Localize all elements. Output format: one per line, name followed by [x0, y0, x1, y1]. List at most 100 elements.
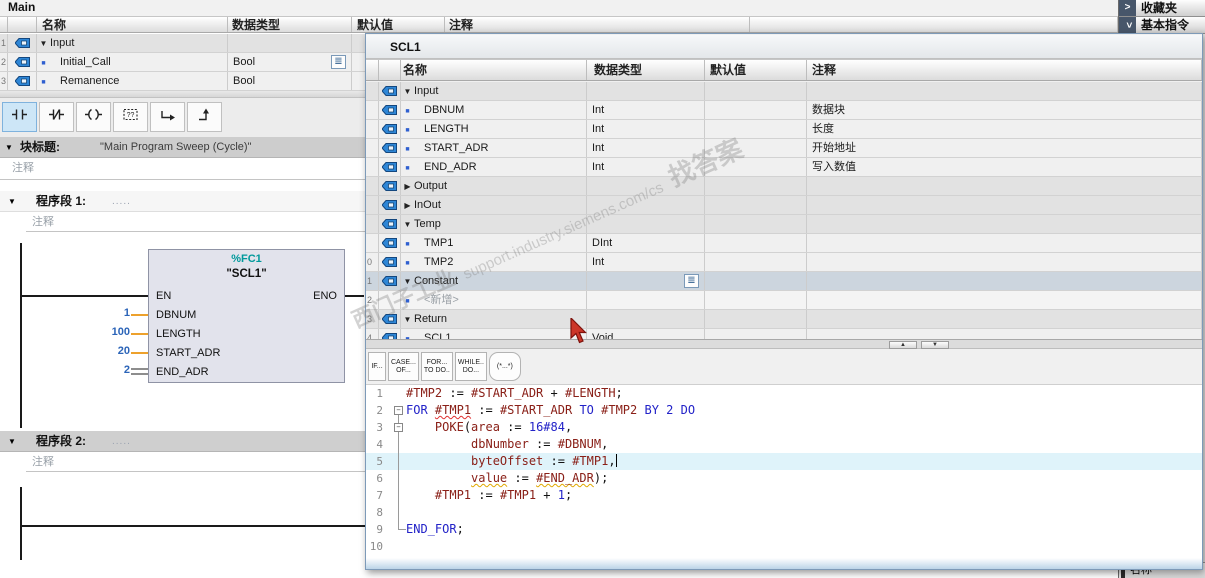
expand-down-icon[interactable]: ▼ — [37, 35, 50, 52]
network-1-title-placeholder[interactable]: ..... — [112, 191, 131, 212]
expand-right-icon[interactable]: ▶ — [401, 178, 414, 195]
snippet-button[interactable]: (*...*) — [488, 352, 521, 381]
contact-no-button[interactable] — [2, 102, 37, 132]
cell-comment[interactable] — [807, 310, 1202, 328]
value-list-button[interactable]: ≣ — [331, 55, 346, 69]
cell-name[interactable]: ■ END_ADR — [401, 158, 587, 176]
collapse-triangle-icon[interactable]: ▼ — [5, 137, 13, 158]
cell-data-type[interactable]: Void — [587, 329, 705, 339]
column-header-comment[interactable]: 注释 — [445, 17, 750, 32]
scl-window-title[interactable]: SCL1 — [366, 35, 1202, 59]
cell-data-type[interactable]: Int — [587, 158, 705, 176]
cell-comment[interactable] — [807, 253, 1202, 271]
value-list-button[interactable]: ≣ — [684, 274, 699, 288]
cell-default-value[interactable] — [705, 272, 807, 290]
cell-default-value[interactable] — [705, 234, 807, 252]
snippet-button[interactable]: IF... — [368, 352, 386, 381]
cell-default-value[interactable] — [705, 120, 807, 138]
cell-name[interactable]: ■ <新增> — [401, 291, 587, 309]
cell-name[interactable]: ▶ InOut — [401, 196, 587, 214]
block-param-END_ADR[interactable]: END_ADR — [156, 366, 209, 378]
block-title-bar[interactable]: ▼ 块标题: "Main Program Sweep (Cycle)" — [0, 137, 365, 158]
table-row[interactable]: 0 ■ TMP2 Int — [366, 253, 1202, 272]
network-2-comment-field[interactable]: 注释 — [26, 452, 365, 472]
table-row[interactable]: 1 ▼ Constant ≣ — [366, 272, 1202, 291]
param-value[interactable]: 1 — [80, 307, 130, 319]
empty-box-button[interactable]: ?? — [113, 102, 148, 132]
close-branch-button[interactable] — [187, 102, 222, 132]
chevron-right-icon[interactable]: > — [1119, 0, 1136, 16]
network-2-header[interactable]: ▼ 程序段 2: ..... — [0, 431, 365, 452]
cell-data-type[interactable] — [228, 34, 352, 52]
snippet-button[interactable]: FOR... TO DO.. — [420, 352, 453, 381]
splitter-collapse-down-button[interactable]: ▼ — [921, 341, 949, 349]
cell-data-type[interactable]: Int — [587, 120, 705, 138]
cell-name[interactable]: ■ Initial_Call — [37, 53, 228, 71]
splitter-collapse-up-button[interactable]: ▲ — [889, 341, 917, 349]
cell-name[interactable]: ■ LENGTH — [401, 120, 587, 138]
cell-comment[interactable] — [807, 329, 1202, 339]
interface-code-splitter[interactable]: ▲ ▼ — [366, 339, 1202, 349]
cell-default-value[interactable] — [705, 82, 807, 100]
chevron-down-icon[interactable]: > — [1119, 17, 1136, 33]
cell-default-value[interactable] — [705, 329, 807, 339]
cell-name[interactable]: ▼ Constant — [401, 272, 587, 290]
cell-default-value[interactable] — [705, 310, 807, 328]
cell-default-value[interactable] — [705, 139, 807, 157]
cell-data-type[interactable]: ≣ — [587, 272, 705, 290]
cell-default-value[interactable] — [705, 158, 807, 176]
table-row[interactable]: ▼ Input — [366, 82, 1202, 101]
table-row[interactable]: 2 ■ <新增> — [366, 291, 1202, 310]
column-header-comment[interactable]: 注释 — [807, 60, 1202, 80]
cell-comment[interactable]: 写入数值 — [807, 158, 1202, 176]
column-header-default[interactable]: 默认值 — [352, 17, 445, 32]
cell-name[interactable]: ■ DBNUM — [401, 101, 587, 119]
cell-name[interactable]: ▼ Input — [37, 34, 228, 52]
table-row[interactable]: ▶ Output — [366, 177, 1202, 196]
cell-name[interactable]: ■ START_ADR — [401, 139, 587, 157]
cell-name[interactable]: ■ SCL1 — [401, 329, 587, 339]
block-en-pin[interactable]: EN — [156, 290, 171, 302]
table-row[interactable]: 4 ■ SCL1 Void — [366, 329, 1202, 339]
cell-default-value[interactable] — [705, 177, 807, 195]
cell-default-value[interactable] — [705, 215, 807, 233]
cell-data-type[interactable] — [587, 177, 705, 195]
cell-comment[interactable]: 开始地址 — [807, 139, 1202, 157]
cell-comment[interactable]: 数据块 — [807, 101, 1202, 119]
column-header-name[interactable]: 名称 — [401, 60, 587, 80]
cell-comment[interactable] — [807, 215, 1202, 233]
table-row[interactable]: ■ TMP1 DInt — [366, 234, 1202, 253]
param-value[interactable]: 2 — [80, 364, 130, 376]
cell-name[interactable]: ■ TMP2 — [401, 253, 587, 271]
block-param-LENGTH[interactable]: LENGTH — [156, 328, 201, 340]
block-param-DBNUM[interactable]: DBNUM — [156, 309, 196, 321]
block-eno-pin[interactable]: ENO — [313, 290, 337, 302]
cell-data-type[interactable]: Int — [587, 139, 705, 157]
cell-default-value[interactable] — [705, 196, 807, 214]
expand-down-icon[interactable]: ▼ — [401, 83, 414, 100]
coil-button[interactable] — [76, 102, 111, 132]
column-header-default[interactable]: 默认值 — [705, 60, 807, 80]
cell-comment[interactable]: 长度 — [807, 120, 1202, 138]
param-value[interactable]: 20 — [80, 345, 130, 357]
cell-data-type[interactable]: Bool ≣ — [228, 53, 352, 71]
cell-data-type[interactable]: DInt — [587, 234, 705, 252]
expand-down-icon[interactable]: ▼ — [401, 216, 414, 233]
snippet-button[interactable]: WHILE.. DO... — [454, 352, 487, 381]
snippet-button[interactable]: CASE... OF... — [388, 352, 419, 381]
block-comment-field[interactable]: 注释 — [0, 158, 365, 180]
scl-block-window[interactable]: SCL1 名称 数据类型 默认值 注释 ▼ Input ■ DBNUM Int 数据块 ■ L… — [365, 33, 1203, 570]
fold-collapse-icon[interactable]: − — [394, 423, 403, 432]
favorites-section-header[interactable]: > 收藏夹 — [1119, 0, 1205, 17]
cell-data-type[interactable] — [587, 215, 705, 233]
block-title-value[interactable]: "Main Program Sweep (Cycle)" — [100, 137, 251, 158]
network-1-header[interactable]: ▼ 程序段 1: ..... — [0, 191, 365, 212]
column-header-type[interactable]: 数据类型 — [228, 17, 352, 32]
table-row[interactable]: 3 ▼ Return — [366, 310, 1202, 329]
fold-collapse-icon[interactable]: − — [394, 406, 403, 415]
cell-name[interactable]: ▼ Temp — [401, 215, 587, 233]
table-row[interactable]: ■ DBNUM Int 数据块 — [366, 101, 1202, 120]
cell-comment[interactable] — [807, 272, 1202, 290]
cell-data-type[interactable] — [587, 291, 705, 309]
table-row[interactable]: ▼ Temp — [366, 215, 1202, 234]
